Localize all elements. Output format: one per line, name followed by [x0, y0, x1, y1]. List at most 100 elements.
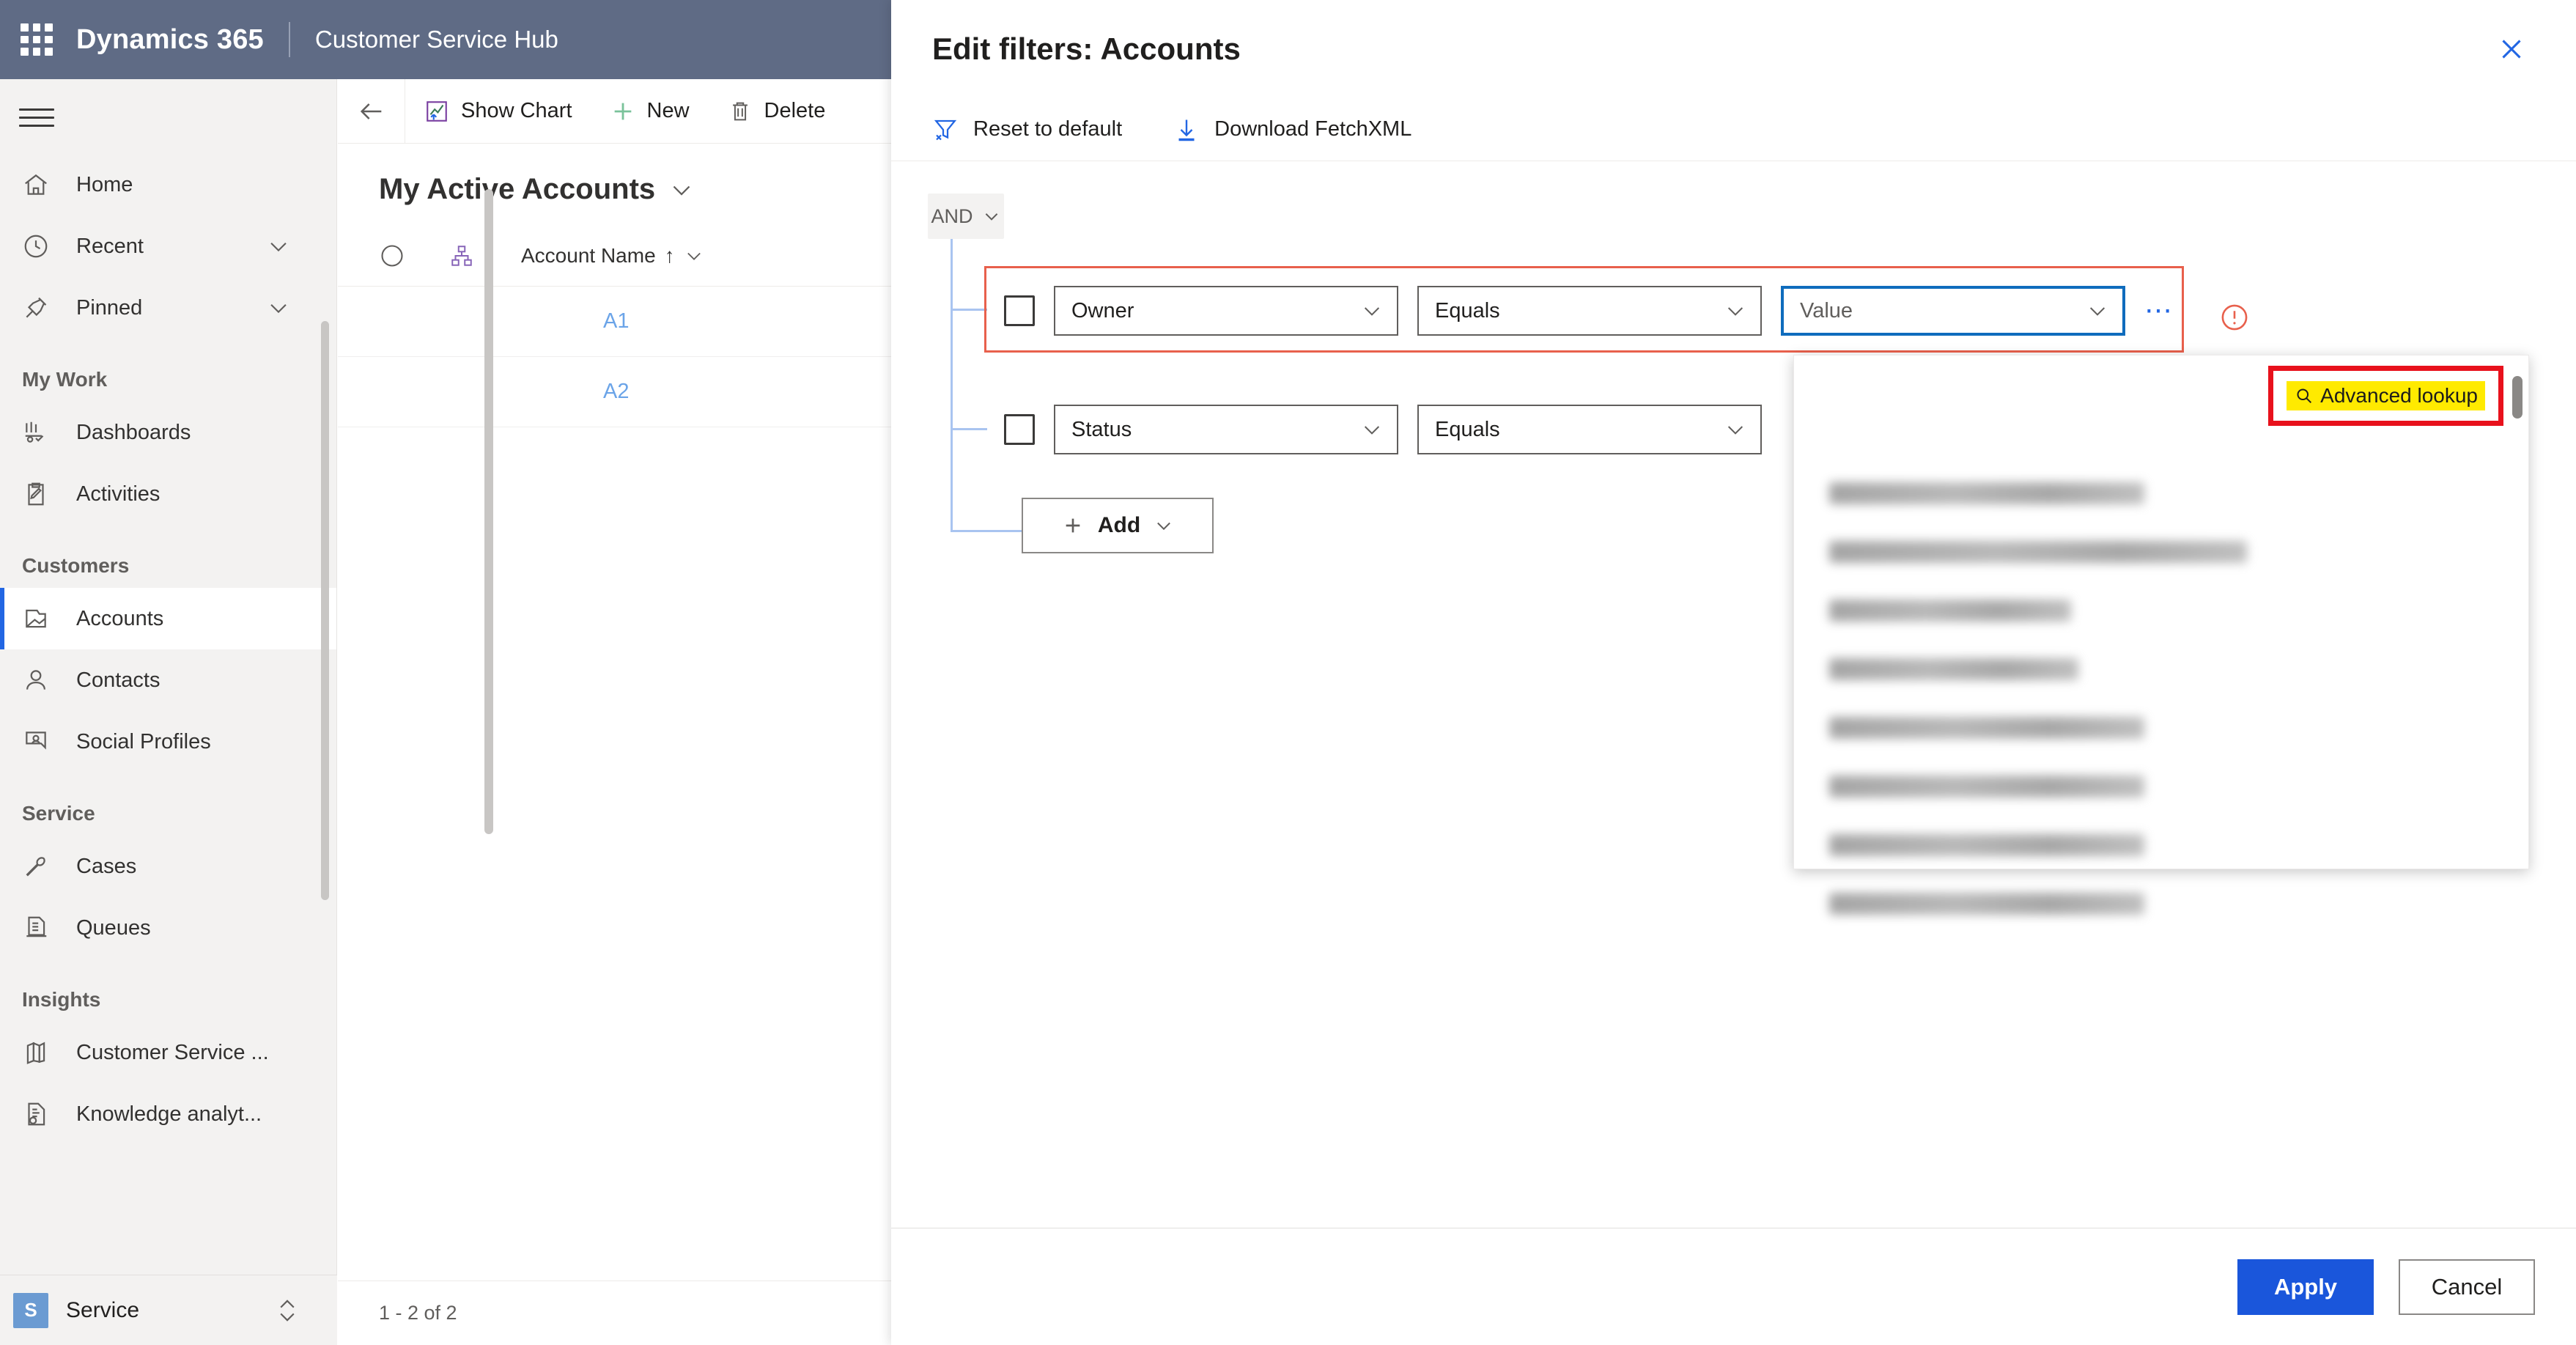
- list-item[interactable]: [1829, 523, 2499, 581]
- filter-row-checkbox[interactable]: [1004, 295, 1035, 326]
- contact-person-icon: [22, 666, 60, 695]
- chevron-down-icon[interactable]: [982, 207, 1001, 226]
- new-button[interactable]: New: [591, 79, 709, 144]
- group-operator-and[interactable]: AND: [928, 194, 1004, 239]
- wrench-icon: [22, 852, 60, 881]
- add-button-label: Add: [1097, 513, 1141, 537]
- main-scrollbar[interactable]: [484, 189, 493, 834]
- sidebar-item-label: Contacts: [76, 668, 160, 692]
- tree-connector-branch: [951, 428, 987, 430]
- sidebar-nav-list: Home Recent Pinned My Work Dashboards Ac…: [0, 154, 336, 1145]
- sidebar-item-accounts[interactable]: Accounts: [0, 588, 336, 649]
- sidebar-item-recent[interactable]: Recent: [0, 215, 336, 277]
- add-filter-button[interactable]: Add: [1022, 498, 1214, 553]
- advanced-lookup-annotation: Advanced lookup: [2268, 366, 2503, 426]
- sidebar-item-contacts[interactable]: Contacts: [0, 649, 336, 711]
- list-item[interactable]: [1829, 874, 2499, 933]
- list-item[interactable]: [1829, 757, 2499, 816]
- field-value: Status: [1071, 417, 1132, 441]
- chevron-down-icon[interactable]: [668, 177, 695, 203]
- waffle-grid-icon[interactable]: [21, 23, 53, 56]
- app-switcher[interactable]: S Service: [0, 1275, 337, 1345]
- delete-button[interactable]: Delete: [709, 79, 845, 144]
- brand-title: Dynamics 365: [76, 23, 264, 55]
- chevron-down-icon[interactable]: [1154, 515, 1174, 536]
- close-x-icon[interactable]: [2488, 26, 2535, 73]
- operator-dropdown-owner[interactable]: Equals: [1417, 286, 1762, 336]
- filter-row-checkbox[interactable]: [1004, 414, 1035, 445]
- chevron-down-icon[interactable]: [266, 295, 291, 320]
- divider: [288, 22, 290, 57]
- column-header-account-name[interactable]: Account Name ↑: [521, 244, 704, 268]
- command-label: New: [646, 99, 690, 122]
- download-fetchxml-button[interactable]: Download FetchXML: [1173, 117, 1411, 143]
- cancel-button[interactable]: Cancel: [2399, 1259, 2535, 1315]
- show-chart-button[interactable]: Show Chart: [405, 79, 591, 144]
- list-item[interactable]: [1829, 581, 2499, 640]
- pin-icon: [22, 293, 60, 323]
- filter-row-status: Status Equals: [1004, 405, 1762, 454]
- sidebar-item-label: Social Profiles: [76, 729, 211, 753]
- list-item[interactable]: [1829, 464, 2499, 523]
- sidebar-item-social-profiles[interactable]: Social Profiles: [0, 711, 336, 773]
- list-item[interactable]: [1829, 816, 2499, 874]
- sidebar-group-my-work: My Work: [22, 368, 108, 391]
- chevron-down-icon: [2086, 299, 2109, 323]
- up-down-chevron-icon[interactable]: [274, 1294, 300, 1327]
- sidebar-scrollbar[interactable]: [321, 321, 329, 900]
- field-value: Owner: [1071, 298, 1134, 323]
- dropdown-option-list: [1829, 464, 2499, 933]
- apply-button[interactable]: Apply: [2237, 1259, 2374, 1315]
- tree-connector-branch: [951, 530, 1022, 532]
- advanced-lookup-label: Advanced lookup: [2320, 384, 2478, 407]
- sidebar-item-knowledge-analytics[interactable]: Knowledge analyt...: [0, 1083, 336, 1145]
- tree-connector-vertical: [951, 239, 953, 532]
- chevron-down-icon[interactable]: [266, 234, 291, 259]
- sidebar-item-dashboards[interactable]: Dashboards: [0, 402, 336, 463]
- app-switcher-label: Service: [66, 1297, 140, 1322]
- dropdown-scrollbar[interactable]: [2512, 376, 2523, 419]
- panel-title: Edit filters: Accounts: [932, 32, 1241, 66]
- list-item[interactable]: [1829, 699, 2499, 757]
- advanced-lookup-button[interactable]: Advanced lookup: [2287, 381, 2485, 410]
- operator-dropdown-status[interactable]: Equals: [1417, 405, 1762, 454]
- field-dropdown-owner[interactable]: Owner: [1054, 286, 1398, 336]
- command-label: Show Chart: [461, 99, 572, 122]
- sidebar-item-label: Pinned: [76, 295, 143, 320]
- field-dropdown-status[interactable]: Status: [1054, 405, 1398, 454]
- list-item[interactable]: [1829, 640, 2499, 699]
- trash-icon: [728, 99, 753, 124]
- record-count-label: 1 - 2 of 2: [379, 1302, 457, 1324]
- sidebar-item-customer-service-analytics[interactable]: Customer Service ...: [0, 1022, 336, 1083]
- error-circle-icon[interactable]: [2219, 302, 2250, 333]
- sidebar-item-pinned[interactable]: Pinned: [0, 277, 336, 339]
- account-link[interactable]: A1: [603, 309, 629, 334]
- reset-filter-icon: [932, 117, 959, 143]
- panel-header: Edit filters: Accounts: [891, 0, 2576, 98]
- select-all-circle-icon[interactable]: [379, 243, 405, 269]
- chevron-down-icon[interactable]: [684, 246, 704, 266]
- group-operator-label: AND: [931, 204, 973, 227]
- panel-footer: Apply Cancel: [891, 1228, 2576, 1345]
- sidebar-item-label: Knowledge analyt...: [76, 1102, 262, 1126]
- reset-to-default-button[interactable]: Reset to default: [932, 117, 1122, 143]
- clock-icon: [22, 232, 60, 261]
- hamburger-menu-icon[interactable]: [19, 103, 54, 132]
- sidebar-item-queues[interactable]: Queues: [0, 897, 336, 959]
- value-dropdown-owner[interactable]: Value: [1781, 286, 2125, 336]
- sidebar-item-home[interactable]: Home: [0, 154, 336, 215]
- chevron-down-icon: [1724, 299, 1747, 323]
- plus-icon: [610, 99, 635, 124]
- hierarchy-icon: [449, 243, 474, 268]
- back-arrow-icon[interactable]: [338, 78, 405, 144]
- sidebar-group-insights: Insights: [22, 988, 101, 1011]
- chevron-down-icon: [1724, 418, 1747, 441]
- command-label: Delete: [764, 99, 826, 122]
- sidebar-item-cases[interactable]: Cases: [0, 836, 336, 897]
- account-link[interactable]: A2: [603, 380, 629, 404]
- download-arrow-icon: [1173, 117, 1200, 143]
- show-chart-icon: [424, 99, 449, 124]
- ellipsis-icon[interactable]: ⋯: [2144, 297, 2174, 325]
- queue-icon: [22, 913, 60, 943]
- sidebar-item-activities[interactable]: Activities: [0, 463, 336, 525]
